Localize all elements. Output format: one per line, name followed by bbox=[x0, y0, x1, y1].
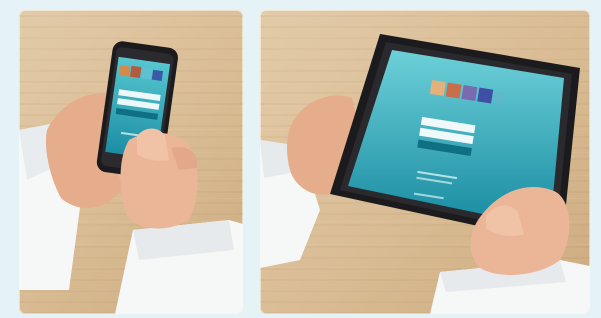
photo-tablet bbox=[260, 10, 590, 314]
photo-collage bbox=[0, 0, 601, 318]
tablet-scene bbox=[260, 34, 590, 314]
photo-smartphone bbox=[19, 10, 243, 314]
smartphone-scene bbox=[19, 41, 243, 314]
